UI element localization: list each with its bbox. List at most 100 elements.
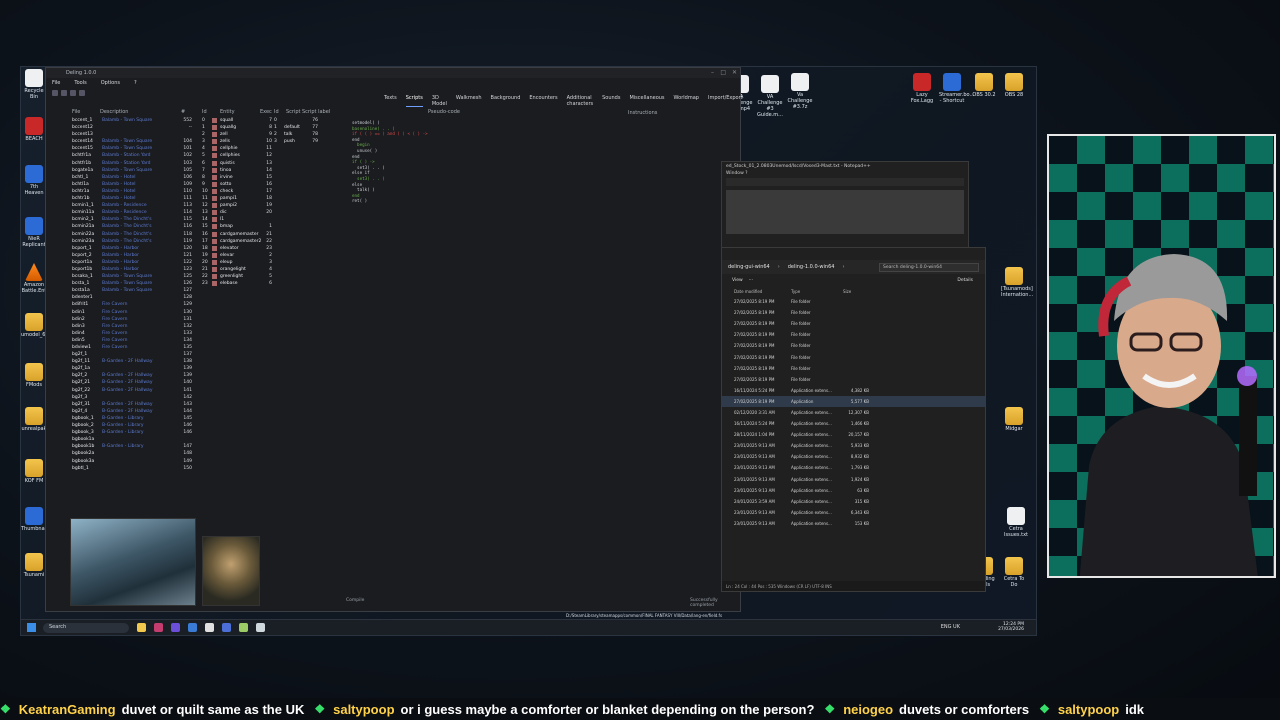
field-row[interactable]: bccent_1 Balamb - Town Square 552 <box>72 117 192 124</box>
tab-additional-characters[interactable]: Additional characters <box>567 95 594 107</box>
field-row[interactable]: bcport_1 Balamb - Harbor 120 <box>72 245 192 252</box>
field-row[interactable]: bcmin22a Balamb - The Dincht's 118 <box>72 231 192 238</box>
field-row[interactable]: bcmin1_1 Balamb - Residence 113 <box>72 202 192 209</box>
entity-row[interactable]: 21 orangelight 4 <box>202 266 272 273</box>
desktop-icon[interactable]: NieR Replicant <box>21 217 47 248</box>
desktop-icon[interactable]: unrealpak <box>21 407 47 432</box>
field-row[interactable]: bg2f_3 142 <box>72 394 192 401</box>
taskbar-clock[interactable]: 12:24 PM 27/03/2026 <box>998 622 1024 632</box>
field-list-header-number[interactable]: # <box>181 109 185 115</box>
desktop-icon[interactable]: [Tsunamods] Internation... <box>1001 267 1033 298</box>
entity-header-id[interactable]: Id <box>202 109 207 115</box>
script-row[interactable]: 2 talk 78 <box>274 131 326 138</box>
obs-icon[interactable] <box>205 623 214 632</box>
field-row[interactable]: bdin4 Fire Cavern 133 <box>72 330 192 337</box>
start-icon[interactable] <box>27 623 36 632</box>
entity-row[interactable]: 10 check 17 <box>202 188 272 195</box>
entity-row[interactable]: 17 cardgamemaster2 22 <box>202 238 272 245</box>
file-row[interactable]: 24/01/2025 3:59 AM Application extens... 3… <box>722 496 985 507</box>
entity-row[interactable]: 5 cellphies 12 <box>202 152 272 159</box>
app-icon[interactable] <box>154 623 163 632</box>
field-row[interactable]: bdview1 Fire Cavern 135 <box>72 344 192 351</box>
taskbar-search[interactable]: Search <box>43 622 129 633</box>
field-row[interactable]: bccent14 Balamb - Town Square 104 <box>72 138 192 145</box>
entity-row[interactable]: 4 cellphie 11 <box>202 145 272 152</box>
tab-3d-model[interactable]: 3D Model <box>432 95 447 107</box>
steam-icon[interactable] <box>188 623 197 632</box>
entity-row[interactable]: 13 dic 20 <box>202 209 272 216</box>
field-row[interactable]: bg2f_1a 139 <box>72 365 192 372</box>
field-row[interactable]: bgbook_1 B-Garden - Library 145 <box>72 415 192 422</box>
entity-row[interactable]: 0 squall 7 <box>202 117 272 124</box>
field-row[interactable]: bchtr1b Balamb - Hotel 111 <box>72 195 192 202</box>
entity-row[interactable]: 8 irvine 15 <box>202 174 272 181</box>
close-icon[interactable]: ✕ <box>732 69 737 76</box>
maximize-icon[interactable]: □ <box>720 69 726 76</box>
entity-row[interactable]: 14 l1 <box>202 216 272 223</box>
desktop-icon[interactable]: VA Challenge #3 Guide.m... <box>757 75 783 118</box>
field-row[interactable]: bchtfr1a Balamb - Station Yard 102 <box>72 152 192 159</box>
field-row[interactable]: bdin1 Fire Cavern 130 <box>72 309 192 316</box>
file-row[interactable]: 27/02/2025 8:19 PM File folder <box>722 363 985 374</box>
entity-row[interactable]: 1 squallg 8 <box>202 124 272 131</box>
file-row[interactable]: 23/01/2025 9:13 AM Application extens... 5… <box>722 440 985 451</box>
field-row[interactable]: bg2f_4 B-Garden - 2F Hallway 144 <box>72 408 192 415</box>
tab-background[interactable]: Background <box>491 95 521 107</box>
language-indicator[interactable]: ENG UK <box>941 624 960 630</box>
file-explorer-icon[interactable] <box>137 623 146 632</box>
field-row[interactable]: bg2f_11 B-Garden - 2F Hallway 138 <box>72 358 192 365</box>
entity-row[interactable]: 9 sotto 16 <box>202 181 272 188</box>
column-type[interactable]: Type <box>791 289 843 294</box>
file-row[interactable]: 27/02/2025 8:19 PM File folder <box>722 296 985 307</box>
view-button[interactable]: View <box>732 278 743 283</box>
field-row[interactable]: bdin3 Fire Cavern 132 <box>72 323 192 330</box>
save-as-icon[interactable] <box>70 89 76 96</box>
field-row[interactable]: bchtl1a Balamb - Hotel 109 <box>72 181 192 188</box>
compile-button[interactable]: Compile <box>346 598 364 603</box>
field-row[interactable]: bgbook_3 B-Garden - Library 146 <box>72 429 192 436</box>
file-row[interactable]: 27/02/2025 8:19 PM File folder <box>722 307 985 318</box>
discord-icon[interactable] <box>222 623 231 632</box>
notepad-icon[interactable] <box>239 623 248 632</box>
desktop-icon[interactable]: 7th Heaven <box>21 165 47 196</box>
file-row[interactable]: 28/11/2024 1:04 PM Application extens... 2… <box>722 429 985 440</box>
field-row[interactable]: bdin2 Fire Cavern 131 <box>72 316 192 323</box>
minimize-icon[interactable]: – <box>711 69 714 76</box>
explorer-search-input[interactable]: Search deling-1.0.0-win64 <box>879 262 979 272</box>
desktop-icon[interactable]: Recycle Bin <box>21 69 47 100</box>
field-row[interactable]: bcmin11a Balamb - Residence 114 <box>72 209 192 216</box>
open-icon[interactable] <box>52 89 58 96</box>
desktop-icon[interactable]: Tsunami <box>21 553 47 578</box>
field-row[interactable]: bg2f_21 B-Garden - 2F Hallway 140 <box>72 379 192 386</box>
field-row[interactable]: bdenter1 128 <box>72 294 192 301</box>
field-row[interactable]: bchtl_1 Balamb - Hotel 106 <box>72 174 192 181</box>
desktop-icon[interactable]: OBS 28 <box>1001 73 1027 98</box>
desktop-icon[interactable]: BEACH <box>21 117 47 142</box>
entity-row[interactable]: 12 pampi2 19 <box>202 202 272 209</box>
field-row[interactable]: bccent13 <box>72 131 192 138</box>
file-row[interactable]: 27/02/2025 8:19 PM File folder <box>722 374 985 385</box>
notepad-content[interactable] <box>726 190 964 234</box>
desktop-icon[interactable]: Cetra Issues.txt <box>1003 507 1029 538</box>
desktop-icon[interactable]: Thumbnail <box>21 507 47 532</box>
script-row[interactable]: 0 76 <box>274 117 326 124</box>
script-header-label[interactable]: Script label <box>302 109 330 115</box>
entity-row[interactable]: 23 elebase 6 <box>202 280 272 287</box>
menu-tools[interactable]: Tools <box>74 80 86 86</box>
notepad-menu[interactable]: Window ? <box>722 171 968 176</box>
tab-import-export[interactable]: Import/Export <box>708 95 743 107</box>
tab-encounters[interactable]: Encounters <box>529 95 557 107</box>
file-row[interactable]: 23/01/2025 9:13 AM Application extens... 8… <box>722 451 985 462</box>
field-row[interactable]: bg2f_2 B-Garden - 2F Hallway 139 <box>72 372 192 379</box>
script-header-id[interactable]: Id <box>274 109 279 115</box>
field-row[interactable]: bgbook1b B-Garden - Library 147 <box>72 443 192 450</box>
desktop-icon[interactable]: KOF FM <box>21 459 47 484</box>
file-row[interactable]: 23/01/2025 9:13 AM Application extens... 1… <box>722 474 985 485</box>
file-row[interactable]: 23/01/2025 9:13 AM Application extens... 1… <box>722 462 985 473</box>
column-date-modified[interactable]: Date modified <box>734 289 791 294</box>
field-row[interactable]: bgbook2a 148 <box>72 450 192 457</box>
entity-row[interactable]: 6 quistis 13 <box>202 160 272 167</box>
entity-header-exec[interactable]: Exec <box>260 109 272 115</box>
desktop-icon[interactable]: Lazy Fox.Lagg <box>909 73 935 104</box>
field-row[interactable]: bgbook1a <box>72 436 192 443</box>
